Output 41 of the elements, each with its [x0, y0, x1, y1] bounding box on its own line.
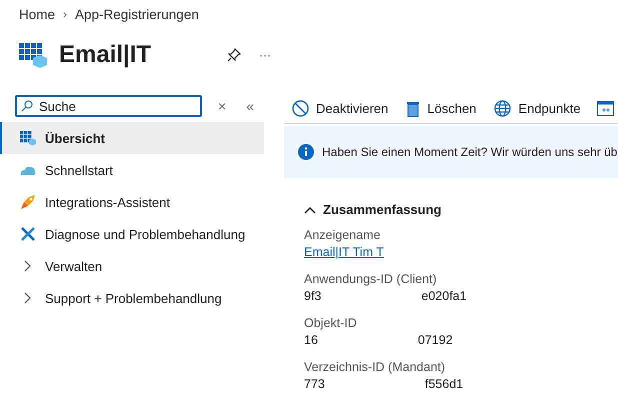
field-value: 07192: [418, 332, 453, 349]
app-grid-icon: [20, 130, 36, 146]
toolbar-button[interactable]: Endpunkte: [486, 100, 589, 116]
field-label: Verzeichnis-ID (Mandant): [304, 359, 446, 376]
sidebar-item[interactable]: Support + Problembehandlung: [0, 282, 264, 314]
chevron-up-icon: [304, 206, 316, 214]
sidebar-item[interactable]: Schnellstart: [0, 154, 264, 186]
field-label: Anzeigename: [304, 227, 382, 244]
field-label: Objekt-ID: [304, 315, 358, 332]
breadcrumb-separator: ›: [63, 7, 68, 21]
section-toggle[interactable]: Zusammenfassung: [304, 202, 442, 217]
rocket-icon: [20, 194, 36, 210]
more-button[interactable]: ···: [255, 48, 275, 62]
breadcrumb-link[interactable]: Home: [19, 6, 56, 22]
field-value: 16: [304, 332, 318, 349]
banner-text: Haben Sie einen Moment Zeit? Wir würden uns sehr üb: [322, 145, 618, 159]
clear-button[interactable]: ×: [214, 98, 230, 114]
field-value: e020fa1: [421, 288, 467, 305]
sidebar-item[interactable]: Verwalten: [0, 250, 264, 282]
breadcrumb-link[interactable]: App-Registrierungen: [75, 6, 199, 22]
field-label: Anwendungs-ID (Client): [304, 271, 438, 288]
trash-icon: [406, 100, 420, 116]
pin-icon[interactable]: [227, 48, 241, 62]
sidebar-item[interactable]: Integrations-Assistent: [0, 186, 264, 218]
field-value: f556d1: [424, 376, 464, 393]
field-value: 9f3: [304, 288, 322, 305]
page-title: Email|IT: [59, 41, 152, 69]
tools-icon: [20, 226, 36, 242]
field-value: 773: [304, 376, 325, 393]
window-icon[interactable]: [596, 100, 614, 116]
toolbar-button[interactable]: Deaktivieren: [284, 100, 396, 116]
block-icon: [292, 100, 309, 116]
sidebar-item[interactable]: Übersicht: [0, 122, 264, 154]
search-field[interactable]: Suche: [15, 95, 202, 117]
app-grid-icon: [19, 41, 47, 69]
globe-icon: [494, 100, 512, 116]
sidebar-item[interactable]: Diagnose und Problembehandlung: [0, 218, 264, 250]
info-icon: [298, 144, 314, 160]
field-link[interactable]: Email|IT Tim T: [304, 245, 384, 259]
toolbar-button[interactable]: Löschen: [398, 100, 484, 116]
collapse-button[interactable]: «: [242, 98, 258, 114]
